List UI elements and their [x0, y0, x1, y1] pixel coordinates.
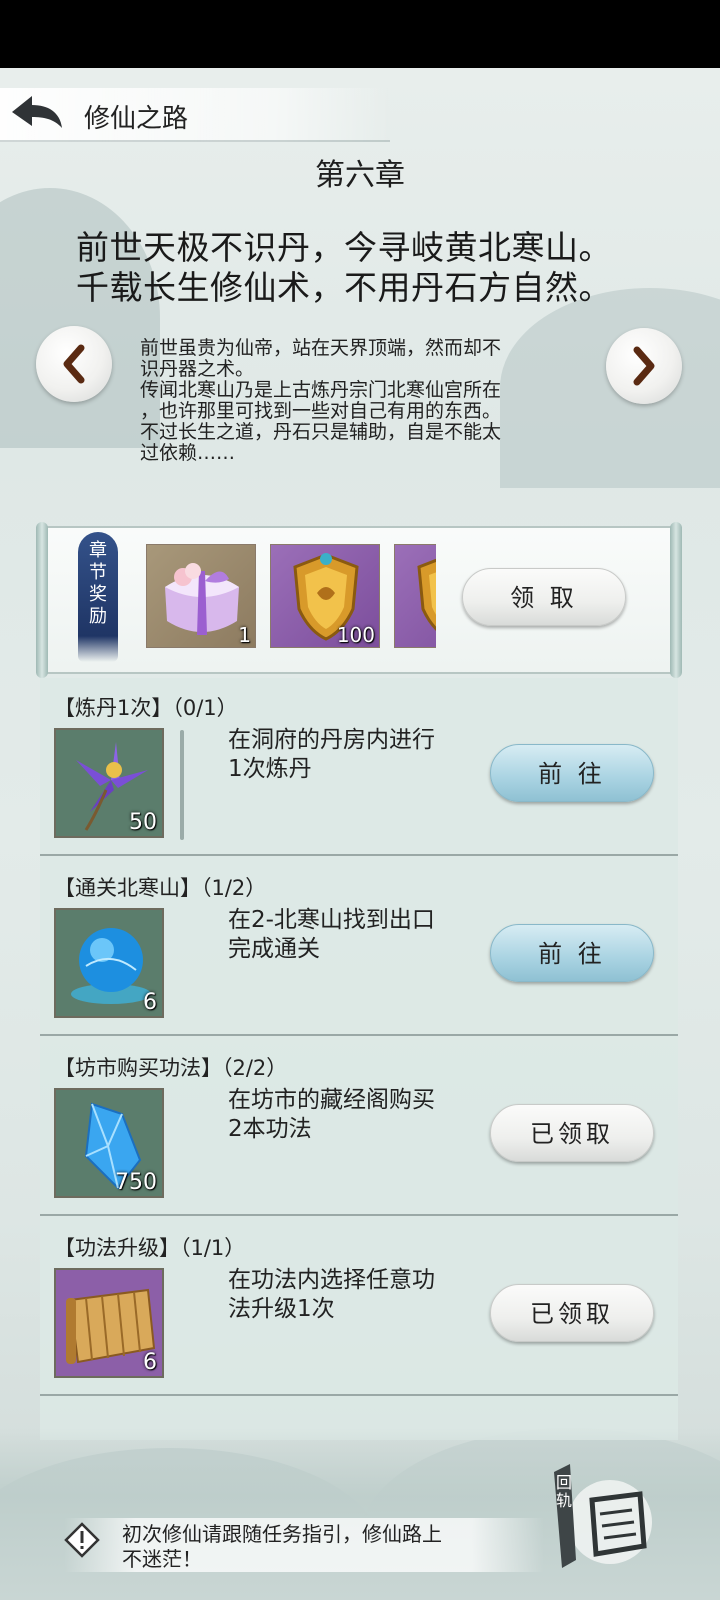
mountain-decoration [0, 188, 160, 448]
claimed-button[interactable]: 已领取 [490, 1284, 654, 1342]
task-row: 【功法升级】（1/1） 6 在功法内选择任意功法升级1次 已领取 [40, 1218, 678, 1396]
golden-shield-icon [417, 558, 436, 631]
reward-item[interactable]: 100 [270, 544, 380, 648]
go-button[interactable]: 前 往 [490, 744, 654, 802]
chevron-left-icon [63, 344, 85, 384]
item-count: 6 [143, 990, 157, 1015]
task-list: 【炼丹1次】（0/1） 50 在洞府的丹房内进行1次炼丹 前 往 【通关北寒山】… [40, 678, 678, 1440]
task-reward-item[interactable]: 50 [54, 728, 164, 838]
task-title: 【通关北寒山】（1/2） [54, 876, 267, 900]
chapter-reward-panel: 章 节 奖 励 1 100 领 取 [36, 522, 682, 678]
return-label: 回 轨 [556, 1473, 573, 1510]
go-button[interactable]: 前 往 [490, 924, 654, 982]
scroll-rod-left [36, 522, 48, 678]
reward-item[interactable] [394, 544, 436, 648]
reward-tag-char: 章 [89, 540, 107, 561]
return-button[interactable]: 回 轨 [548, 1460, 652, 1570]
task-reward-item[interactable]: 750 [54, 1088, 164, 1198]
claimed-button[interactable]: 已领取 [490, 1104, 654, 1162]
back-button[interactable] [8, 92, 66, 136]
chevron-right-icon [633, 346, 655, 386]
task-title: 【功法升级】（1/1） [54, 1236, 246, 1260]
chapter-title: 第六章 [315, 158, 405, 193]
reward-tag-char: 励 [89, 606, 107, 627]
item-count: 6 [143, 1350, 157, 1375]
reward-item[interactable]: 1 [146, 544, 256, 648]
task-reward-item[interactable]: 6 [54, 908, 164, 1018]
guide-hint-text: 初次修仙请跟随任务指引，修仙路上 不迷茫！ [122, 1522, 442, 1571]
warning-diamond-icon [64, 1522, 100, 1558]
chapter-story: 前世虽贵为仙帝，站在天界顶端，然而却不 识丹器之术。 传闻北寒山乃是上古炼丹宗门… [140, 337, 502, 464]
task-title: 【坊市购买功法】（2/2） [54, 1056, 288, 1080]
task-description: 在功法内选择任意功法升级1次 [228, 1267, 435, 1322]
status-bar [0, 0, 720, 68]
task-description: 在洞府的丹房内进行1次炼丹 [228, 727, 435, 782]
divider [180, 730, 184, 840]
header-bar: 修仙之路 [0, 88, 390, 142]
claim-chapter-reward-button[interactable]: 领 取 [462, 568, 626, 626]
reward-item-list: 1 100 [146, 544, 436, 652]
task-description: 在坊市的藏经阁购买2本功法 [228, 1087, 435, 1142]
reward-tag-char: 节 [89, 562, 107, 583]
item-count: 1 [238, 623, 251, 647]
task-description: 在2-北寒山找到出口完成通关 [228, 907, 435, 962]
reward-tag-char: 奖 [89, 584, 107, 605]
task-row: 【通关北寒山】（1/2） 6 在2-北寒山找到出口完成通关 前 往 [40, 858, 678, 1036]
task-row: 【炼丹1次】（0/1） 50 在洞府的丹房内进行1次炼丹 前 往 [40, 678, 678, 856]
scroll-rod-right [670, 522, 682, 678]
item-count: 100 [336, 623, 375, 647]
item-count: 50 [129, 810, 157, 835]
task-title: 【炼丹1次】（0/1） [54, 696, 238, 720]
chapter-reward-tag: 章 节 奖 励 [78, 532, 118, 662]
prev-chapter-button[interactable] [36, 326, 112, 402]
task-row: 【坊市购买功法】（2/2） 750 在坊市的藏经阁购买2本功法 已领取 [40, 1038, 678, 1216]
page-title: 修仙之路 [84, 104, 189, 134]
back-arrow-icon [12, 96, 62, 128]
game-scene: 修仙之路 第六章 前世天极不识丹，今寻岐黄北寒山。 千载长生修仙术，不用丹石方自… [0, 68, 720, 1600]
item-count: 750 [115, 1170, 157, 1195]
task-reward-item[interactable]: 6 [54, 1268, 164, 1378]
chapter-poem: 前世天极不识丹，今寻岐黄北寒山。 千载长生修仙术，不用丹石方自然。 [76, 228, 612, 307]
next-chapter-button[interactable] [606, 328, 682, 404]
guide-hint: 初次修仙请跟随任务指引，修仙路上 不迷茫！ [64, 1518, 544, 1572]
